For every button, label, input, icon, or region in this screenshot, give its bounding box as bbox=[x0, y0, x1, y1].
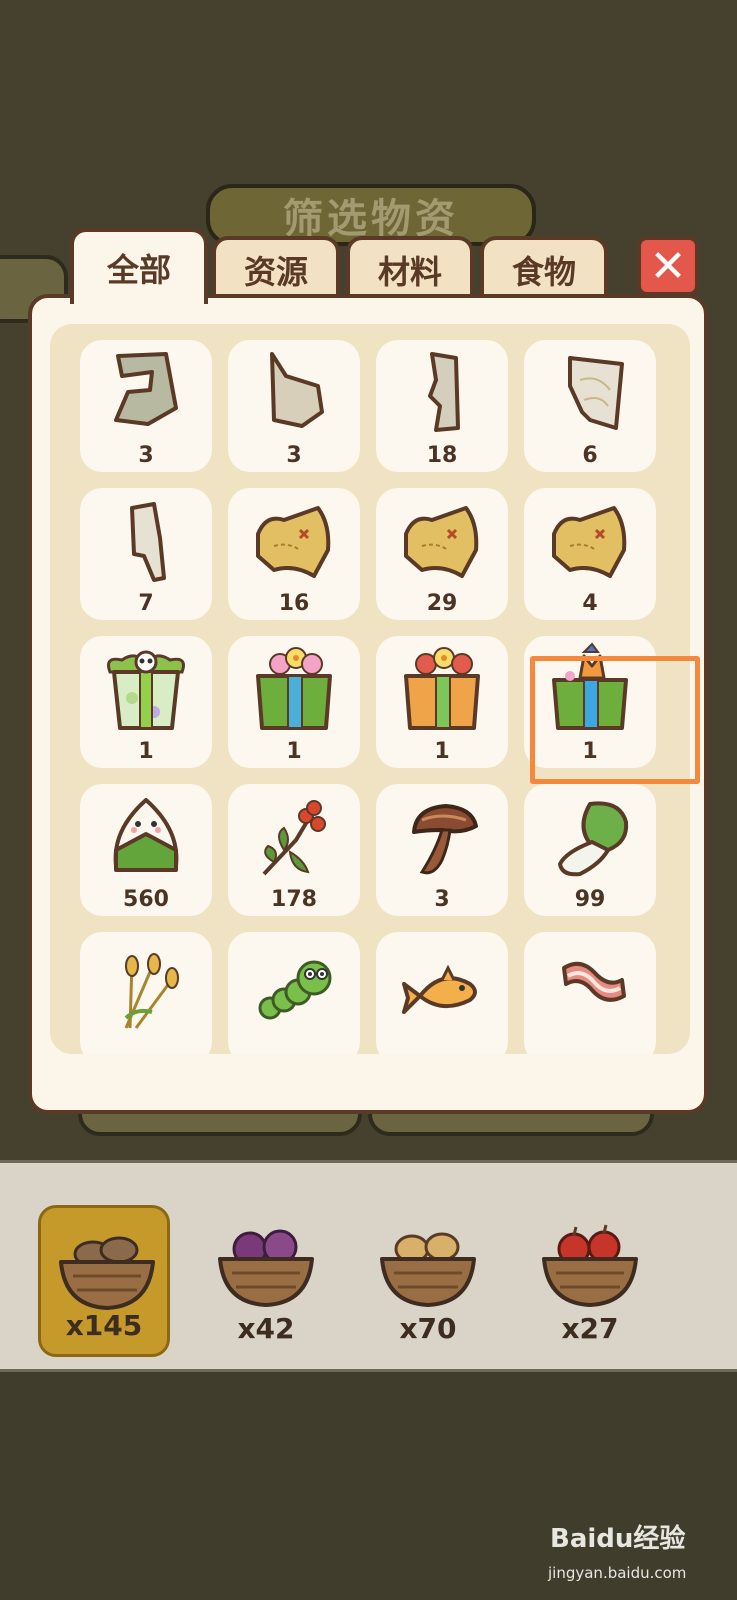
map-fragment-icon bbox=[568, 356, 624, 430]
map-fragment-icon bbox=[428, 352, 460, 432]
bok-choy-icon bbox=[558, 801, 629, 877]
item-cell[interactable]: 4 bbox=[524, 488, 656, 620]
item-cell[interactable]: 29 bbox=[376, 488, 508, 620]
basket-item[interactable]: x70 bbox=[362, 1205, 494, 1357]
gift-box-orange-icon bbox=[404, 647, 480, 730]
treasure-map-icon bbox=[256, 506, 331, 578]
selection-highlight bbox=[530, 656, 700, 784]
basket-item[interactable]: x42 bbox=[200, 1205, 332, 1357]
watermark-url: jingyan.baidu.com bbox=[548, 1564, 687, 1582]
map-fragment-icon bbox=[270, 352, 324, 428]
basket-item[interactable]: x27 bbox=[524, 1205, 656, 1357]
item-cell[interactable]: 560 bbox=[80, 784, 212, 916]
fish-icon bbox=[402, 964, 477, 1014]
rice-dumpling-icon bbox=[113, 798, 179, 872]
mushroom-icon bbox=[412, 804, 478, 875]
item-cell[interactable] bbox=[228, 932, 360, 1054]
watermark-logo: Baidu经验 bbox=[550, 1524, 686, 1554]
item-cell[interactable]: 99 bbox=[524, 784, 656, 916]
item-cell[interactable] bbox=[524, 932, 656, 1054]
item-cell[interactable]: 18 bbox=[376, 340, 508, 472]
tab-materials[interactable]: 材料 bbox=[346, 236, 474, 300]
close-x-icon: ✕ bbox=[649, 240, 687, 292]
tab-resources[interactable]: 资源 bbox=[212, 236, 340, 300]
item-cell[interactable]: 3 bbox=[80, 340, 212, 472]
item-cell[interactable]: 3 bbox=[228, 340, 360, 472]
potato-basket-icon bbox=[59, 1236, 155, 1310]
berry-branch-icon bbox=[262, 800, 326, 876]
item-cell[interactable]: 3 bbox=[376, 784, 508, 916]
taro-basket-icon bbox=[380, 1232, 476, 1307]
item-cell[interactable] bbox=[376, 932, 508, 1054]
basket-item[interactable]: x145 bbox=[38, 1205, 170, 1357]
tab-food[interactable]: 食物 bbox=[480, 236, 608, 300]
gift-box-panda-icon bbox=[107, 650, 185, 730]
item-cell[interactable] bbox=[80, 932, 212, 1054]
treasure-map-icon bbox=[552, 506, 627, 578]
caterpillar-icon bbox=[258, 960, 332, 1020]
bacon-icon bbox=[562, 961, 626, 1002]
item-cell[interactable]: 7 bbox=[80, 488, 212, 620]
map-fragment-icon bbox=[130, 502, 166, 582]
purple-cabbage-basket-icon bbox=[218, 1229, 314, 1307]
close-button[interactable]: ✕ bbox=[637, 236, 699, 296]
tab-all[interactable]: 全部 bbox=[70, 228, 208, 304]
item-cell[interactable]: 16 bbox=[228, 488, 360, 620]
treasure-map-icon bbox=[404, 506, 479, 578]
wheat-icon bbox=[124, 953, 179, 1029]
map-fragment-icon bbox=[114, 352, 178, 426]
gift-box-green-icon bbox=[256, 647, 332, 730]
item-cell[interactable]: 1 bbox=[376, 636, 508, 768]
item-cell[interactable]: 1 bbox=[228, 636, 360, 768]
item-cell[interactable]: 6 bbox=[524, 340, 656, 472]
item-cell[interactable]: 178 bbox=[228, 784, 360, 916]
apple-basket-icon bbox=[542, 1224, 638, 1307]
item-cell[interactable]: 1 bbox=[80, 636, 212, 768]
